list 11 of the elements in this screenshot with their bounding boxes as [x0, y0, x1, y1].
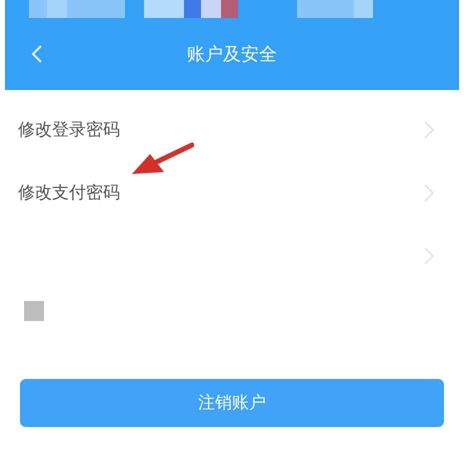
chevron-left-icon [31, 44, 43, 64]
menu-item-label: 修改登录密码 [18, 118, 120, 141]
redacted-block [24, 301, 44, 321]
menu-item[interactable]: 修改登录密码 [0, 98, 464, 161]
chevron-right-icon [424, 120, 434, 138]
menu-item[interactable]: 修改支付密码 [0, 161, 464, 224]
annotation-arrow-drawing [130, 142, 194, 176]
menu-item-label: 修改支付密码 [18, 182, 120, 204]
chevron-right-icon [424, 246, 434, 264]
chevron-right-icon [424, 184, 434, 202]
page-title: 账户及安全 [187, 42, 277, 66]
